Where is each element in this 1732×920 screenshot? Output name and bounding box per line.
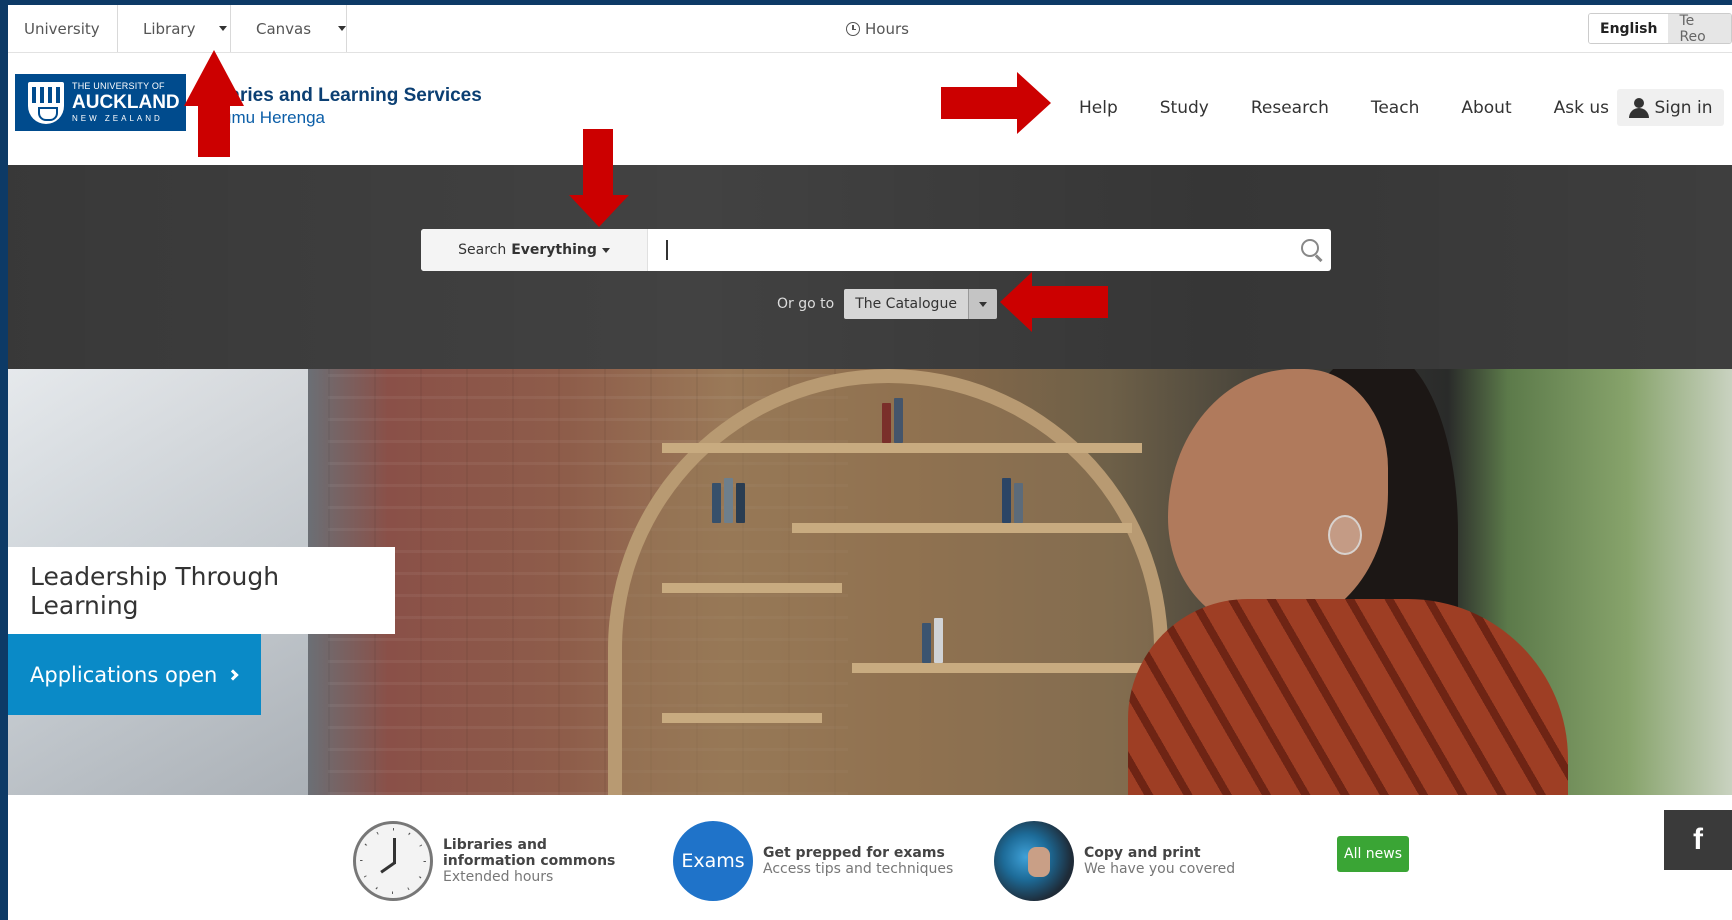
news-item-hours[interactable]: Libraries and information commons Extend…	[353, 821, 628, 901]
exams-icon-label: Exams	[681, 850, 745, 872]
util-university-link[interactable]: University	[8, 5, 118, 52]
goto-select-group: The Catalogue	[844, 289, 997, 319]
logo-wordmark: THE UNIVERSITY OF AUCKLAND NEW ZEALAND	[72, 82, 180, 123]
university-logo[interactable]: THE UNIVERSITY OF AUCKLAND NEW ZEALAND	[15, 74, 186, 131]
util-library-label: Library	[143, 19, 196, 38]
news-item-title: Copy and print	[1084, 844, 1201, 861]
library-homepage: University Library Canvas Hours English …	[8, 5, 1732, 920]
logo-line-1: THE UNIVERSITY OF	[72, 81, 165, 91]
util-library-dropdown[interactable]: Library	[118, 5, 231, 52]
chevron-down-icon	[219, 26, 228, 31]
search-scope-dropdown[interactable]: Search Everything	[421, 229, 648, 271]
nav-help[interactable]: Help	[1058, 93, 1139, 123]
search-box: Search Everything	[421, 229, 1331, 271]
chevron-down-icon	[601, 247, 610, 253]
news-item-print[interactable]: Copy and print We have you covered	[994, 821, 1235, 901]
search-input[interactable]	[648, 229, 1289, 271]
sign-in-button[interactable]: Sign in	[1617, 89, 1724, 126]
news-item-text: Libraries and information commons Extend…	[443, 837, 628, 885]
chevron-down-icon	[978, 301, 987, 307]
lang-english-button[interactable]: English	[1589, 14, 1669, 43]
nav-teach[interactable]: Teach	[1350, 93, 1441, 123]
news-item-title: Libraries and information commons	[443, 836, 616, 869]
applications-open-label: Applications open	[30, 662, 218, 687]
applications-open-button[interactable]: Applications open	[8, 634, 261, 715]
exams-icon: Exams	[673, 821, 753, 901]
user-icon	[1628, 97, 1649, 118]
nav-ask-us[interactable]: Ask us	[1533, 93, 1630, 123]
utility-bar: University Library Canvas Hours English …	[8, 5, 1732, 53]
crest-icon	[28, 81, 64, 124]
text-cursor	[666, 240, 668, 260]
news-item-text: Copy and print We have you covered	[1084, 845, 1235, 877]
util-university-label: University	[24, 19, 100, 38]
search-scope-prefix: Search	[458, 242, 507, 258]
news-item-subtitle: Extended hours	[443, 869, 554, 886]
goto-row: Or go to The Catalogue	[777, 289, 997, 319]
lang-tereo-button[interactable]: Te Reo	[1668, 14, 1731, 43]
chevron-right-icon	[227, 668, 240, 681]
util-canvas-dropdown[interactable]: Canvas	[231, 5, 347, 52]
hero-banner: Leadership Through Learning Applications…	[8, 369, 1732, 795]
facebook-icon[interactable]: f	[1664, 810, 1732, 870]
logo-line-2: AUCKLAND	[72, 92, 180, 113]
search-icon[interactable]	[1289, 229, 1331, 271]
logo-line-3: NEW ZEALAND	[72, 114, 163, 123]
news-item-title: Get prepped for exams	[763, 844, 945, 861]
goto-catalogue-button[interactable]: The Catalogue	[844, 289, 968, 319]
site-title-main: raries and Learning Services	[222, 85, 482, 106]
util-canvas-label: Canvas	[256, 19, 312, 38]
hours-link[interactable]: Hours	[846, 5, 909, 52]
news-strip: Libraries and information commons Extend…	[8, 795, 1732, 920]
nav-about[interactable]: About	[1440, 93, 1532, 123]
clock-icon	[353, 821, 433, 901]
news-item-text: Get prepped for exams Access tips and te…	[763, 845, 953, 877]
news-item-subtitle: Access tips and techniques	[763, 861, 954, 877]
main-nav: Help Study Research Teach About Ask us	[1058, 93, 1630, 123]
nav-research[interactable]: Research	[1230, 93, 1350, 123]
hours-label: Hours	[865, 19, 909, 38]
hero-caption: Leadership Through Learning	[8, 547, 395, 634]
goto-label: Or go to	[777, 296, 835, 312]
site-title[interactable]: raries and Learning Services umu Herenga	[222, 85, 482, 128]
sign-in-label: Sign in	[1654, 97, 1713, 118]
goto-dropdown-toggle[interactable]	[967, 289, 997, 319]
language-toggle: English Te Reo	[1588, 13, 1732, 44]
clock-icon	[846, 21, 860, 36]
search-band: Search Everything Or go to The Catalogue	[8, 165, 1732, 369]
chevron-down-icon	[338, 26, 347, 31]
hero-person-top	[1128, 599, 1568, 795]
all-news-button[interactable]: All news	[1337, 836, 1410, 872]
site-title-sub: umu Herenga	[222, 108, 326, 127]
nav-study[interactable]: Study	[1139, 93, 1230, 123]
site-header: THE UNIVERSITY OF AUCKLAND NEW ZEALAND r…	[8, 53, 1732, 165]
hero-earring	[1328, 515, 1362, 555]
search-scope-value: Everything	[511, 242, 597, 258]
news-item-exams[interactable]: Exams Get prepped for exams Access tips …	[673, 821, 953, 901]
print-card-icon	[994, 821, 1074, 901]
news-item-subtitle: We have you covered	[1084, 861, 1236, 877]
